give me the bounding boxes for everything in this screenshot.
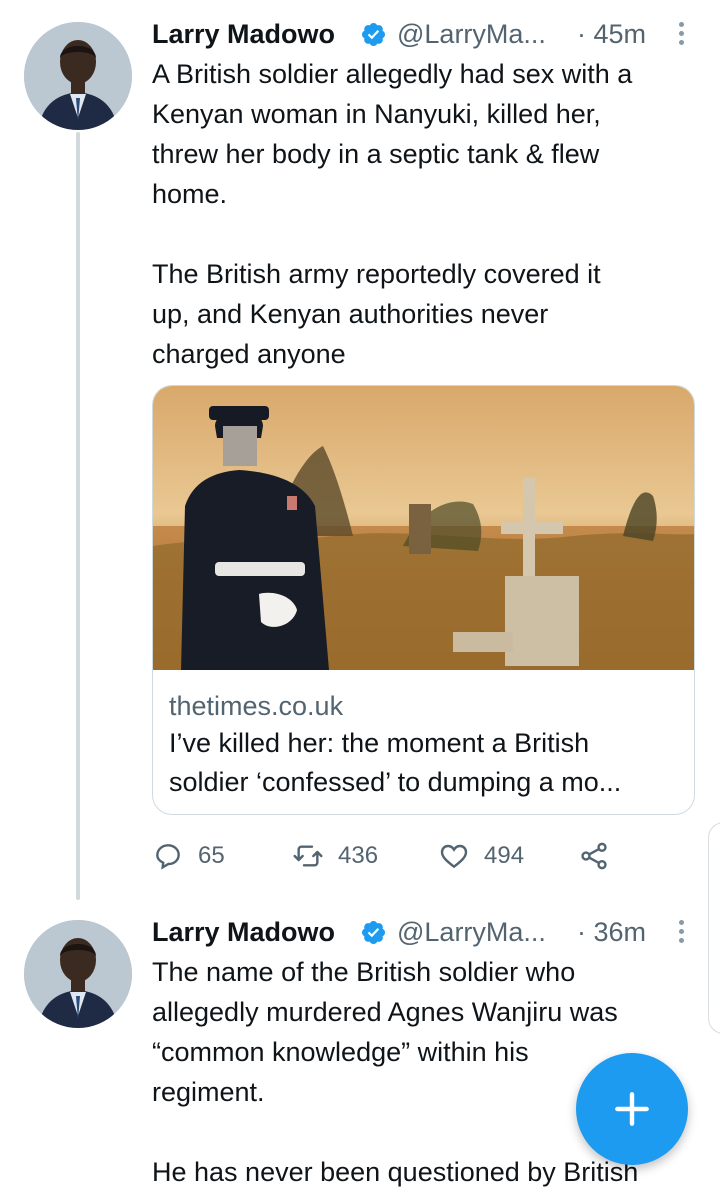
tweet-header: Larry Madowo @LarryMa... · 45m bbox=[152, 14, 700, 54]
tweet-1[interactable]: Larry Madowo @LarryMa... · 45m A British… bbox=[0, 0, 720, 900]
tweet-time[interactable]: · 36m bbox=[577, 912, 646, 952]
author-handle[interactable]: @LarryMa... bbox=[397, 912, 546, 952]
tweet-paragraph: The British army reportedly covered it u… bbox=[152, 259, 601, 369]
side-drawer-handle[interactable] bbox=[708, 822, 720, 1034]
link-title: I’ve killed her: the moment a British so… bbox=[169, 728, 622, 797]
reply-count: 65 bbox=[198, 842, 225, 869]
author-avatar[interactable] bbox=[24, 920, 132, 1028]
author-handle[interactable]: @LarryMa... bbox=[397, 14, 546, 54]
share-icon bbox=[581, 842, 607, 870]
verified-badge-icon bbox=[361, 920, 386, 945]
more-vertical-icon[interactable] bbox=[676, 920, 686, 946]
plus-icon bbox=[615, 1092, 649, 1126]
tweet-paragraph: A British soldier allegedly had sex with… bbox=[152, 59, 633, 209]
author-name[interactable]: Larry Madowo bbox=[152, 912, 335, 952]
reply-bubble-icon bbox=[156, 844, 180, 870]
link-preview-image bbox=[153, 386, 694, 670]
retweet-button[interactable]: 436 bbox=[292, 836, 378, 876]
tweet-time[interactable]: · 45m bbox=[577, 14, 646, 54]
tweet-actions: 65 436 494 bbox=[152, 836, 672, 876]
author-name[interactable]: Larry Madowo bbox=[152, 14, 335, 54]
retweet-count: 436 bbox=[338, 842, 379, 869]
author-avatar[interactable] bbox=[24, 22, 132, 130]
tweet-header: Larry Madowo @LarryMa... · 36m bbox=[152, 912, 700, 952]
like-button[interactable]: 494 bbox=[438, 836, 524, 876]
verified-badge-icon bbox=[361, 22, 386, 47]
link-preview-card[interactable]: thetimes.co.uk I’ve killed her: the mome… bbox=[152, 385, 695, 815]
reply-button[interactable]: 65 bbox=[152, 836, 225, 876]
more-vertical-icon[interactable] bbox=[676, 22, 686, 48]
thread-connector-line bbox=[76, 132, 80, 900]
compose-tweet-button[interactable] bbox=[576, 1053, 688, 1165]
tweet-text: A British soldier allegedly had sex with… bbox=[152, 54, 702, 374]
share-button[interactable] bbox=[578, 836, 610, 876]
heart-icon bbox=[440, 844, 468, 869]
like-count: 494 bbox=[484, 842, 525, 869]
retweet-icon bbox=[293, 845, 323, 867]
link-domain: thetimes.co.uk bbox=[169, 691, 344, 721]
